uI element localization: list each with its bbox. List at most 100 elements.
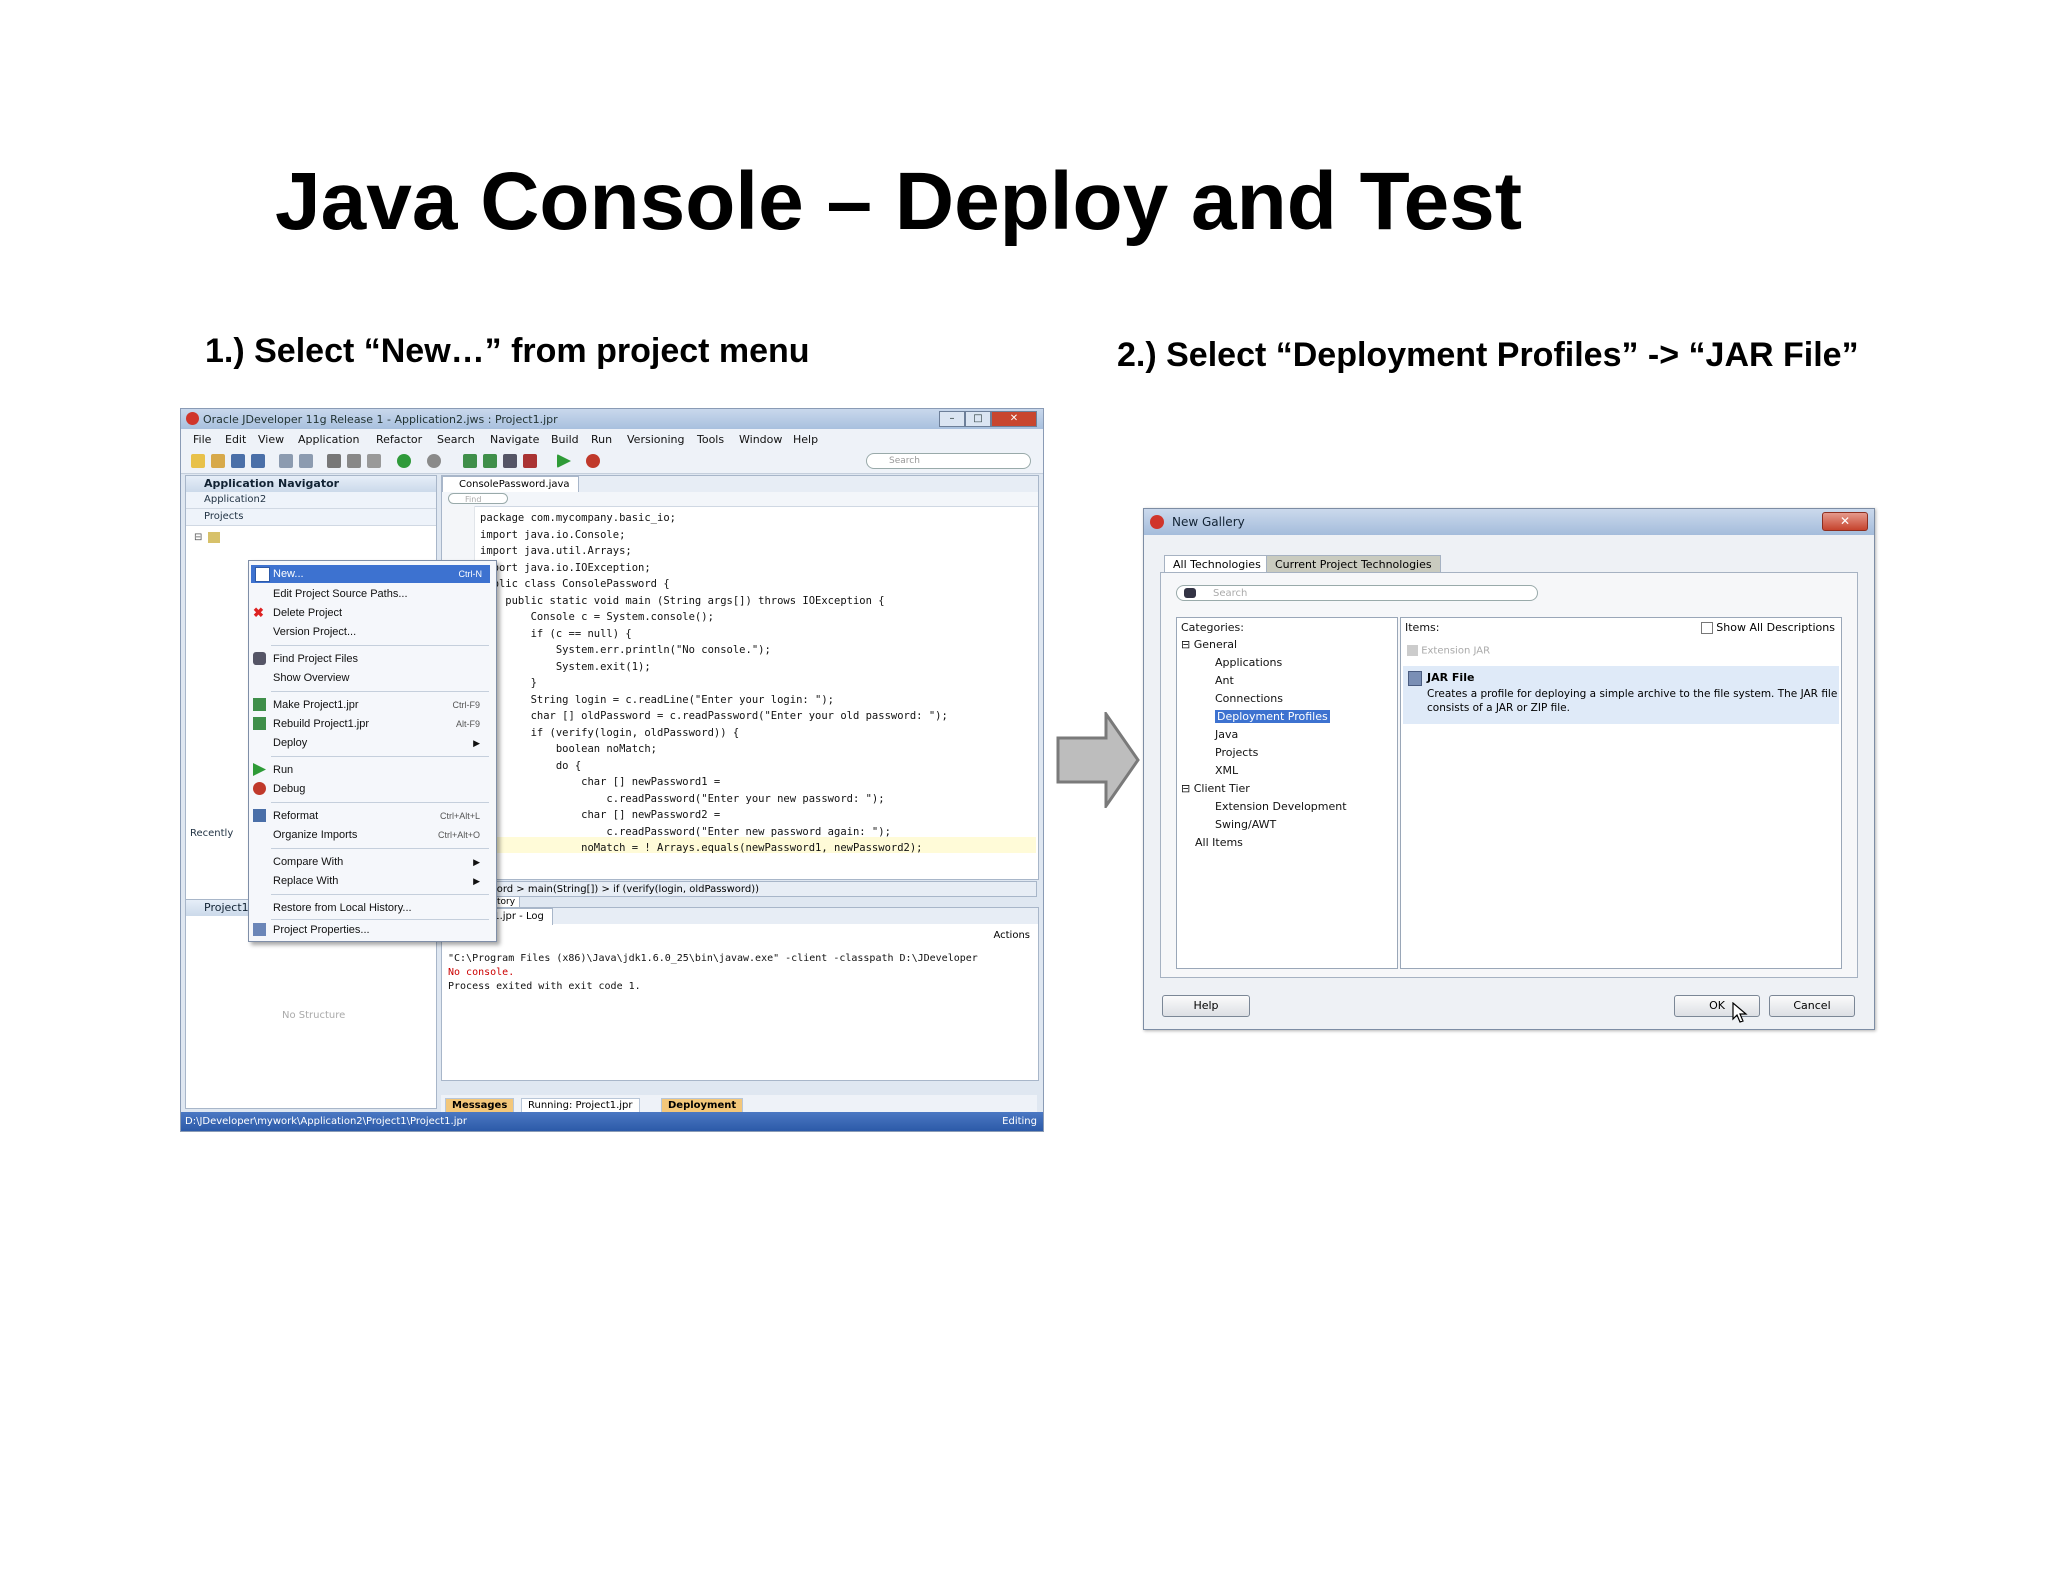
- minimize-button[interactable]: –: [939, 411, 965, 427]
- menu-refactor[interactable]: Refactor: [376, 433, 422, 446]
- new-gallery-dialog: New Gallery ✕ All Technologies Current P…: [1143, 508, 1875, 1030]
- menu-build[interactable]: Build: [551, 433, 579, 446]
- profiler-icon[interactable]: [523, 454, 537, 468]
- tree-node-applications[interactable]: Applications: [1215, 656, 1282, 669]
- tree-node-general[interactable]: ⊟ General: [1181, 638, 1237, 651]
- menu-item-show-overview[interactable]: Show Overview: [273, 669, 488, 687]
- tree-node-all-items[interactable]: All Items: [1195, 836, 1243, 849]
- menu-window[interactable]: Window: [739, 433, 782, 446]
- item-extension-jar[interactable]: Extension JAR: [1407, 645, 1490, 657]
- menu-versioning[interactable]: Versioning: [627, 433, 684, 446]
- tree-node-connections[interactable]: Connections: [1215, 692, 1283, 705]
- menu-help[interactable]: Help: [793, 433, 818, 446]
- cut-icon[interactable]: [327, 454, 341, 468]
- undo-icon[interactable]: [279, 454, 293, 468]
- tree-node-xml[interactable]: XML: [1215, 764, 1238, 777]
- application-selector[interactable]: Application2: [186, 492, 436, 509]
- menu-item-version-project[interactable]: Version Project...: [273, 623, 488, 641]
- menu-item-edit-source-paths[interactable]: Edit Project Source Paths...: [273, 585, 488, 603]
- save-icon[interactable]: [231, 454, 245, 468]
- code-line: noMatch = ! Arrays.equals(newPassword1, …: [480, 842, 923, 854]
- tree-node-client-tier[interactable]: ⊟ Client Tier: [1181, 782, 1250, 795]
- show-all-descriptions-checkbox[interactable]: Show All Descriptions: [1700, 621, 1835, 634]
- binoculars-icon: [253, 652, 266, 665]
- menu-item-reformat[interactable]: Reformat Ctrl+Alt+L: [253, 807, 488, 825]
- menu-search[interactable]: Search: [437, 433, 475, 446]
- back-icon[interactable]: [427, 454, 441, 468]
- right-arrow-icon: [1056, 712, 1140, 808]
- editor-breadcrumb[interactable]: assword > main(String[]) > if (verify(lo…: [441, 881, 1037, 897]
- dialog-close-button[interactable]: ✕: [1822, 512, 1868, 531]
- ide-window-title: Oracle JDeveloper 11g Release 1 - Applic…: [203, 413, 558, 426]
- menu-item-project-properties[interactable]: Project Properties...: [253, 921, 488, 939]
- categories-label: Categories:: [1181, 621, 1244, 634]
- properties-icon: [253, 923, 266, 936]
- gallery-search-field[interactable]: Search: [1176, 585, 1538, 601]
- copy-icon[interactable]: [347, 454, 361, 468]
- code-line: import java.util.Arrays;: [480, 545, 632, 557]
- item-jar-file[interactable]: JAR File Creates a profile for deploying…: [1403, 666, 1839, 724]
- menu-item-find-project-files[interactable]: Find Project Files: [253, 650, 488, 668]
- code-line: package com.mycompany.basic_io;: [480, 512, 676, 524]
- tree-node-ant[interactable]: Ant: [1215, 674, 1234, 687]
- menu-item-replace-with[interactable]: Replace With ▶: [273, 872, 488, 890]
- open-folder-icon[interactable]: [211, 454, 225, 468]
- code-line: public class ConsolePassword {: [480, 578, 670, 590]
- cancel-button[interactable]: Cancel: [1769, 995, 1855, 1017]
- menu-item-delete-project[interactable]: ✖ Delete Project: [253, 604, 488, 622]
- tab-deployment[interactable]: Deployment: [661, 1098, 744, 1113]
- tree-node-deployment-profiles[interactable]: Deployment Profiles: [1215, 710, 1330, 723]
- recently-opened-label[interactable]: Recently: [190, 828, 233, 839]
- help-button[interactable]: Help: [1162, 995, 1250, 1017]
- tree-node-extension-development[interactable]: Extension Development: [1215, 800, 1347, 813]
- menu-application[interactable]: Application: [298, 433, 359, 446]
- save-all-icon[interactable]: [251, 454, 265, 468]
- debug-icon[interactable]: [586, 454, 600, 468]
- code-line: import java.io.IOException;: [480, 561, 651, 574]
- step-2-caption: 2.) Select “Deployment Profiles” -> “JAR…: [1117, 336, 1859, 374]
- menu-item-rebuild[interactable]: Rebuild Project1.jpr Alt-F9: [253, 715, 488, 733]
- menu-item-new[interactable]: New... Ctrl-N: [251, 565, 490, 583]
- deploy-icon[interactable]: [503, 454, 517, 468]
- rebuild-icon[interactable]: [483, 454, 497, 468]
- menu-tools[interactable]: Tools: [697, 433, 724, 446]
- tab-running[interactable]: Running: Project1.jpr: [521, 1098, 640, 1113]
- menu-navigate[interactable]: Navigate: [490, 433, 539, 446]
- menu-item-restore-history[interactable]: Restore from Local History...: [273, 899, 488, 917]
- menu-item-debug[interactable]: Debug: [253, 780, 488, 798]
- log-actions-menu[interactable]: Actions: [993, 930, 1030, 941]
- menu-item-run[interactable]: Run: [253, 761, 488, 779]
- editor-find-field[interactable]: Find: [448, 493, 508, 504]
- jar-file-icon: [1408, 671, 1422, 686]
- forward-icon[interactable]: [397, 454, 411, 468]
- new-file-icon[interactable]: [191, 454, 205, 468]
- menu-file[interactable]: File: [193, 433, 211, 446]
- ide-search-field[interactable]: Search: [866, 453, 1031, 469]
- tree-node-java[interactable]: Java: [1215, 728, 1238, 741]
- tree-node-projects[interactable]: Projects: [1215, 746, 1258, 759]
- editor-tab[interactable]: ConsolePassword.java: [442, 476, 579, 493]
- log-line: Process exited with exit code 1.: [448, 981, 641, 992]
- close-button[interactable]: ✕: [991, 411, 1037, 427]
- tree-node-swing-awt[interactable]: Swing/AWT: [1215, 818, 1276, 831]
- tree-expander-icon[interactable]: ⊟: [194, 532, 202, 543]
- run-icon[interactable]: [557, 454, 571, 468]
- menu-view[interactable]: View: [258, 433, 284, 446]
- maximize-button[interactable]: □: [965, 411, 991, 427]
- menu-edit[interactable]: Edit: [225, 433, 246, 446]
- redo-icon[interactable]: [299, 454, 313, 468]
- code-line: boolean noMatch;: [480, 743, 658, 755]
- tab-messages[interactable]: Messages: [445, 1098, 515, 1113]
- menu-item-make[interactable]: Make Project1.jpr Ctrl-F9: [253, 696, 488, 714]
- code-line: char [] newPassword1 =: [480, 776, 721, 788]
- make-icon[interactable]: [463, 454, 477, 468]
- menu-run[interactable]: Run: [591, 433, 612, 446]
- jdev-logo-icon: [186, 412, 199, 425]
- menu-item-deploy[interactable]: Deploy ▶: [273, 734, 488, 752]
- menu-item-compare-with[interactable]: Compare With ▶: [273, 853, 488, 871]
- projects-header[interactable]: Projects: [186, 509, 436, 526]
- source-code[interactable]: package com.mycompany.basic_io;import ja…: [480, 510, 948, 857]
- paste-icon[interactable]: [367, 454, 381, 468]
- code-line: char [] newPassword2 =: [480, 809, 721, 821]
- menu-item-organize-imports[interactable]: Organize Imports Ctrl+Alt+O: [273, 826, 488, 844]
